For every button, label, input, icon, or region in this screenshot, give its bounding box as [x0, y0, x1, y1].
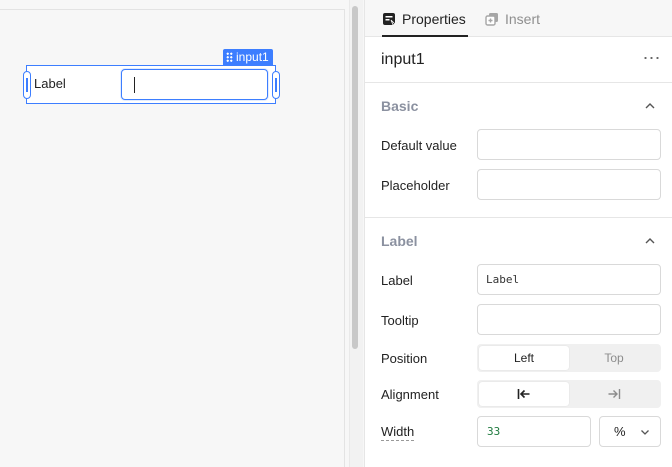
width-label[interactable]: Width [381, 424, 415, 441]
tab-insert-label: Insert [505, 10, 541, 27]
properties-icon [382, 12, 396, 26]
align-right-icon [608, 389, 621, 399]
tab-properties-label: Properties [402, 10, 466, 27]
widget-label: Label [34, 76, 66, 91]
component-header: input1 ⋯ [365, 37, 672, 83]
component-name[interactable]: input1 [381, 51, 425, 69]
placeholder-input[interactable] [477, 169, 661, 200]
canvas-edge [344, 10, 345, 467]
canvas-scrollbar-thumb[interactable] [352, 6, 358, 349]
resize-handle-left[interactable] [23, 71, 31, 99]
position-label: Position [381, 351, 428, 366]
default-value-label: Default value [381, 138, 457, 153]
section-label-title[interactable]: Label [381, 233, 418, 249]
label-field-label: Label [381, 273, 413, 288]
tab-properties[interactable]: Properties [382, 0, 466, 37]
widget-name-tag[interactable]: input1 [223, 49, 273, 65]
text-caret [134, 77, 135, 93]
tab-insert[interactable]: Insert [485, 0, 540, 37]
widget-text-input[interactable] [121, 69, 268, 100]
widget-name-tag-label: input1 [236, 50, 269, 64]
drag-handle-icon[interactable] [226, 52, 233, 62]
width-input[interactable]: 33 [477, 416, 591, 447]
label-input[interactable]: Label [477, 264, 661, 295]
resize-handle-right[interactable] [272, 71, 280, 99]
align-left-icon [517, 389, 530, 399]
tooltip-input[interactable] [477, 304, 661, 335]
alignment-segmented-control [477, 380, 661, 408]
section-basic-title[interactable]: Basic [381, 98, 418, 114]
insert-icon [485, 12, 499, 26]
position-segmented-control: Left Top [477, 344, 661, 372]
width-unit-select[interactable]: % [599, 416, 661, 447]
editor-canvas[interactable]: input1 Label [0, 0, 349, 467]
section-divider [365, 217, 672, 218]
width-unit-value: % [614, 424, 626, 439]
position-top-option[interactable]: Top [569, 346, 659, 370]
default-value-input[interactable] [477, 129, 661, 160]
properties-panel: Properties Insert input1 ⋯ Basic Default… [364, 0, 672, 467]
align-left-option[interactable] [479, 382, 569, 406]
chevron-up-icon[interactable] [644, 235, 656, 247]
position-left-option[interactable]: Left [479, 346, 569, 370]
chevron-down-icon [641, 430, 649, 435]
tooltip-label: Tooltip [381, 313, 419, 328]
more-options-icon[interactable]: ⋯ [641, 49, 661, 70]
alignment-label: Alignment [381, 387, 439, 402]
align-right-option[interactable] [569, 382, 659, 406]
panel-tabs: Properties Insert [365, 0, 672, 37]
placeholder-label: Placeholder [381, 178, 450, 193]
width-label-text: Width [381, 424, 415, 441]
chevron-up-icon[interactable] [644, 100, 656, 112]
canvas-top-divider [0, 0, 345, 10]
